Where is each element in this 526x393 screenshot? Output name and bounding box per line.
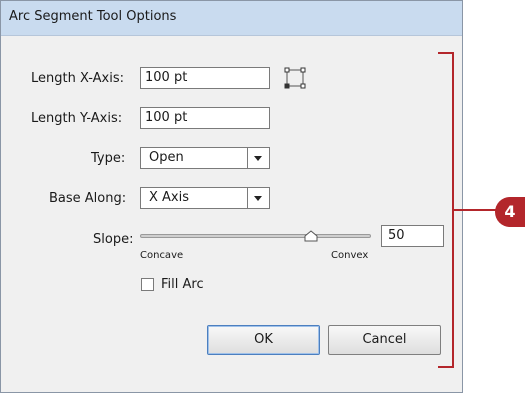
dialog-title: Arc Segment Tool Options [9, 9, 177, 24]
convex-label: Convex [331, 250, 369, 261]
length-y-axis-input[interactable]: 100 pt [140, 107, 270, 129]
reference-point-locator-icon[interactable] [284, 67, 306, 89]
length-y-axis-label: Length Y-Axis: [31, 111, 123, 126]
slope-slider-thumb[interactable] [304, 227, 318, 242]
ok-button[interactable]: OK [207, 325, 320, 355]
base-along-label: Base Along: [49, 191, 127, 206]
fill-arc-checkbox[interactable] [141, 278, 154, 291]
arc-segment-tool-options-dialog: Arc Segment Tool Options Length X-Axis: … [0, 0, 463, 393]
base-along-select[interactable]: X Axis [140, 187, 270, 209]
length-x-axis-label: Length X-Axis: [31, 71, 124, 86]
fill-arc-label: Fill Arc [161, 277, 204, 292]
annotation-bracket [438, 52, 454, 368]
cancel-button[interactable]: Cancel [328, 325, 441, 355]
chevron-down-icon [247, 148, 269, 168]
slope-value-input[interactable]: 50 [381, 225, 444, 247]
title-bar: Arc Segment Tool Options [1, 1, 462, 36]
slope-slider-track[interactable] [140, 234, 371, 238]
type-select[interactable]: Open [140, 147, 270, 169]
type-select-value: Open [149, 150, 184, 165]
length-x-axis-input[interactable]: 100 pt [140, 67, 270, 89]
type-label: Type: [91, 151, 126, 166]
chevron-down-icon [247, 188, 269, 208]
concave-label: Concave [140, 250, 184, 261]
callout-number-badge: 4 [495, 197, 525, 227]
slope-label: Slope: [93, 232, 134, 247]
base-along-select-value: X Axis [149, 190, 190, 205]
